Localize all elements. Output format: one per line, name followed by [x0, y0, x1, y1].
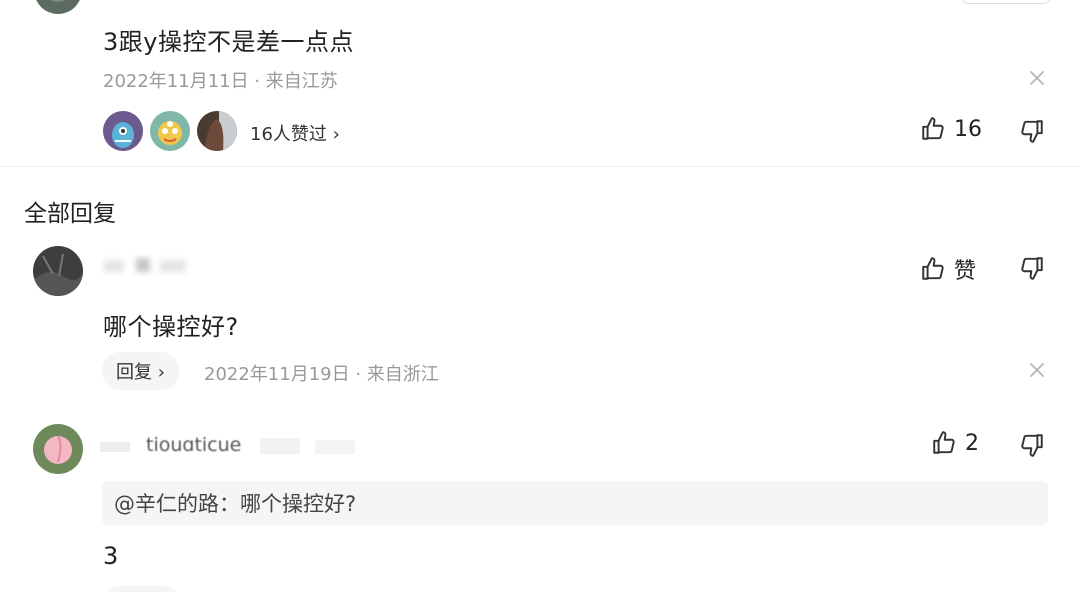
quoted-reply: @辛仁的路：哪个操控好? [102, 481, 1048, 525]
thumbs-up-icon [931, 430, 957, 456]
likers-link[interactable]: 16人赞过 › [250, 120, 340, 146]
follow-button-partial[interactable] [962, 0, 1050, 4]
reply-text: 3 [103, 542, 119, 570]
top-comment-avatar[interactable] [34, 0, 82, 14]
liker-avatar[interactable] [197, 111, 237, 151]
thumbs-down-icon [1019, 432, 1045, 458]
username-partial[interactable]: tiouɑticue [100, 432, 360, 460]
thumbs-down-icon [1019, 255, 1045, 281]
reply-date-location: 2022年11月19日 · 来自浙江 [204, 364, 439, 385]
top-comment-date-location: 2022年11月11日 · 来自江苏 [103, 71, 338, 92]
like-count: 16 [954, 116, 982, 142]
reply-button[interactable]: 回复 › [102, 352, 179, 390]
liker-avatar[interactable] [103, 111, 143, 151]
like-count: 2 [965, 430, 979, 456]
dislike-button[interactable] [1019, 255, 1045, 281]
liker-avatar[interactable] [150, 111, 190, 151]
like-button[interactable]: 赞 [920, 253, 976, 285]
thumbs-up-icon [920, 116, 946, 142]
comment-thread-page: 3跟y操控不是差一点点 2022年11月11日 · 来自江苏 16人赞过 › 1… [0, 0, 1080, 592]
dislike-button[interactable] [1019, 118, 1045, 144]
divider [0, 166, 1080, 167]
close-icon[interactable] [1029, 362, 1045, 378]
like-button[interactable]: 16 [920, 116, 982, 142]
close-icon[interactable] [1029, 70, 1045, 86]
thumbs-up-icon [920, 256, 946, 282]
top-comment-text: 3跟y操控不是差一点点 [103, 28, 354, 56]
section-title: 全部回复 [24, 201, 116, 227]
like-label: 赞 [954, 259, 977, 284]
dislike-button[interactable] [1019, 432, 1045, 458]
reply-button-partial[interactable] [102, 586, 182, 592]
username-redacted[interactable] [100, 254, 195, 278]
thumbs-down-icon [1019, 118, 1045, 144]
like-button[interactable]: 2 [931, 430, 979, 456]
reply-avatar[interactable] [33, 424, 83, 474]
reply-text: 哪个操控好? [103, 313, 239, 341]
reply-avatar[interactable] [33, 246, 83, 296]
